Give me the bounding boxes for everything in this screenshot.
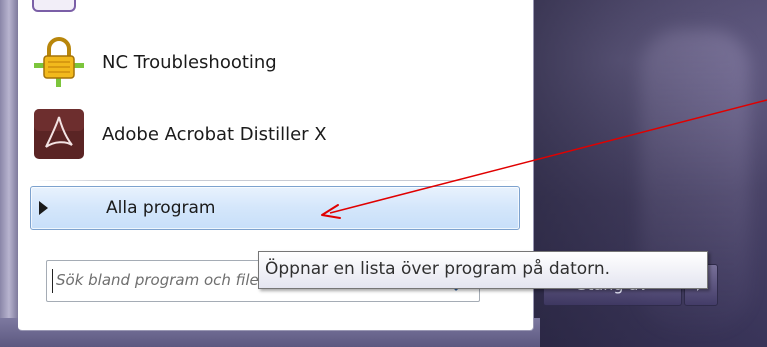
program-label-nc-troubleshooting: NC Troubleshooting (102, 51, 277, 73)
menu-separator (32, 180, 520, 181)
search-placeholder: Sök bland program och filer (56, 271, 265, 289)
all-programs-tooltip: Öppnar en lista över program på datorn. (258, 251, 708, 289)
program-item-nc-troubleshooting[interactable]: NC Troubleshooting (32, 30, 522, 94)
tooltip-text: Öppnar en lista över program på datorn. (265, 259, 611, 279)
start-menu-frame-left (0, 0, 18, 347)
program-item-adobe-acrobat-distiller[interactable]: Adobe Acrobat Distiller X (32, 102, 522, 166)
program-label-adobe-acrobat-distiller: Adobe Acrobat Distiller X (102, 123, 327, 145)
adobe-acrobat-icon (32, 107, 86, 161)
triangle-right-icon (39, 201, 48, 215)
all-programs-label: Alla program (106, 198, 216, 218)
partial-program-icon (32, 0, 76, 12)
padlock-network-icon (32, 35, 86, 89)
text-caret (52, 269, 53, 293)
all-programs-button[interactable]: Alla program (30, 186, 520, 230)
